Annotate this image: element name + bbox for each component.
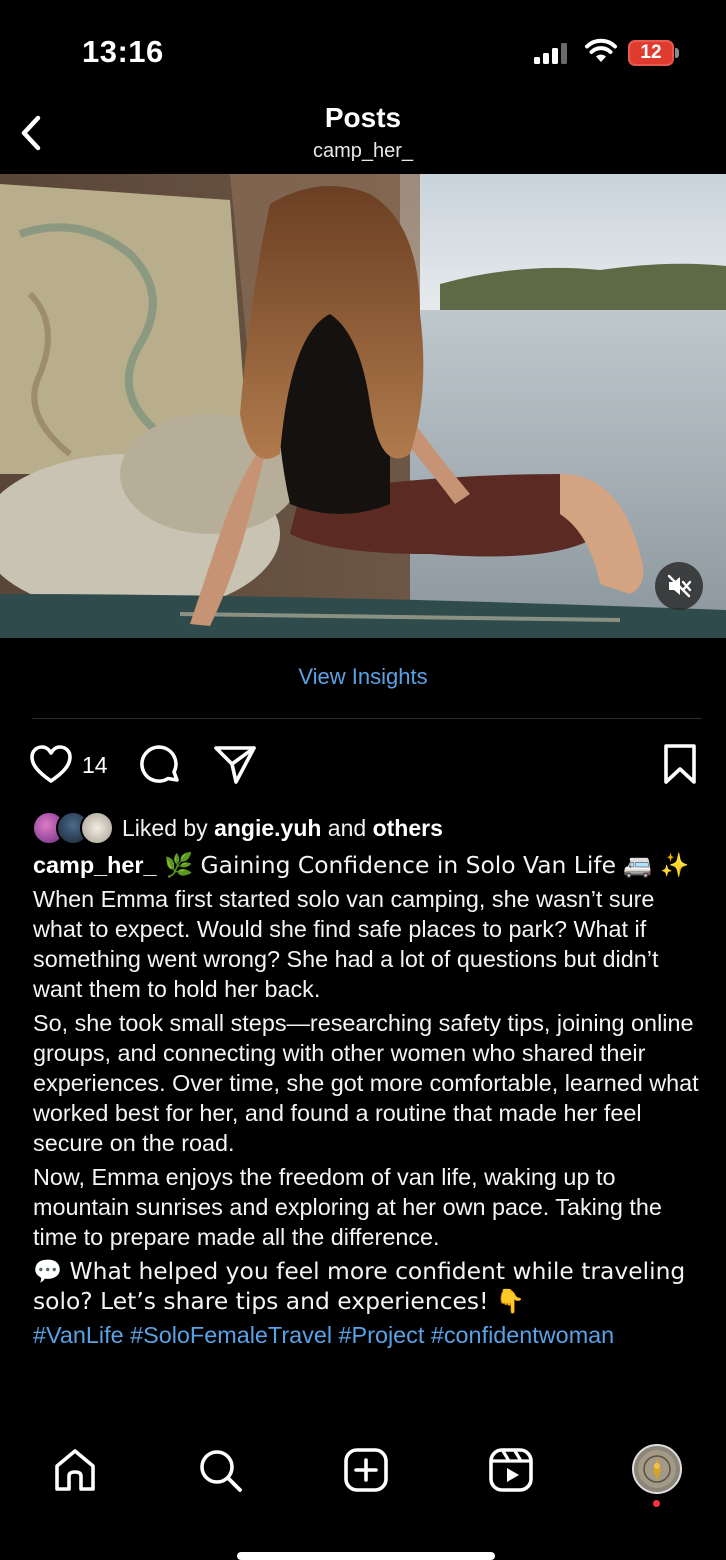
liker-avatars [32,811,118,845]
view-insights-link[interactable]: View Insights [0,664,726,690]
caption-paragraph-1: When Emma first started solo van camping… [33,886,659,1002]
header: Posts camp_her_ [0,100,726,174]
caption-paragraph-3: Now, Emma enjoys the freedom of van life… [33,1164,662,1250]
post-video-frame [0,174,726,638]
home-indicator [237,1552,495,1560]
mute-toggle-button[interactable] [655,562,703,610]
profile-logo-icon [638,1450,676,1488]
search-icon[interactable] [196,1446,244,1494]
avatar [80,811,114,845]
battery-tip [675,48,679,58]
battery-level: 12 [640,42,662,63]
bottom-nav [0,1422,726,1560]
liked-by-text: Liked by angie.yuh and others [122,815,443,842]
cellular-signal-icon [534,43,567,64]
status-bar: 13:16 12 [0,0,726,100]
caption-paragraph-2: So, she took small steps—researching saf… [33,1010,699,1156]
notification-dot [653,1500,660,1507]
battery-body: 12 [628,40,674,66]
caption-username[interactable]: camp_her_ [33,852,157,878]
heart-icon[interactable] [28,742,74,786]
post-media[interactable] [0,174,726,638]
caption-hashtags[interactable]: #VanLife #SoloFemaleTravel #Project #con… [33,1320,703,1350]
create-post-icon[interactable] [342,1446,390,1494]
liked-by-prefix: Liked by [122,815,215,841]
status-time: 13:16 [82,34,164,69]
bookmark-icon[interactable] [660,742,700,786]
action-bar: 14 [0,742,726,792]
post-caption: camp_her_ 🌿 Gaining Confidence in Solo V… [33,850,703,1354]
home-icon[interactable] [51,1446,99,1494]
wifi-icon [585,38,617,62]
liked-by-row[interactable]: Liked by angie.yuh and others [32,810,722,846]
like-count[interactable]: 14 [82,752,108,779]
speaker-muted-icon [667,574,692,598]
paper-plane-icon[interactable] [212,742,258,786]
battery-indicator: 12 [628,40,680,66]
page-title: Posts [324,102,402,133]
liked-by-others[interactable]: others [373,815,443,841]
liked-by-middle: and [321,815,373,841]
reels-icon[interactable] [487,1446,535,1494]
caption-title: camp_her_ 🌿 Gaining Confidence in Solo V… [33,850,703,880]
caption-title-text: 🌿 Gaining Confidence in Solo Van Life 🚐 … [156,851,690,879]
liked-by-user[interactable]: angie.yuh [214,815,321,841]
comment-bubble-icon[interactable] [137,742,183,788]
caption-paragraph-4: 💬 What helped you feel more confident wh… [33,1257,686,1315]
divider [32,718,702,719]
profile-avatar[interactable] [632,1444,682,1494]
page-subtitle[interactable]: camp_her_ [0,140,726,163]
